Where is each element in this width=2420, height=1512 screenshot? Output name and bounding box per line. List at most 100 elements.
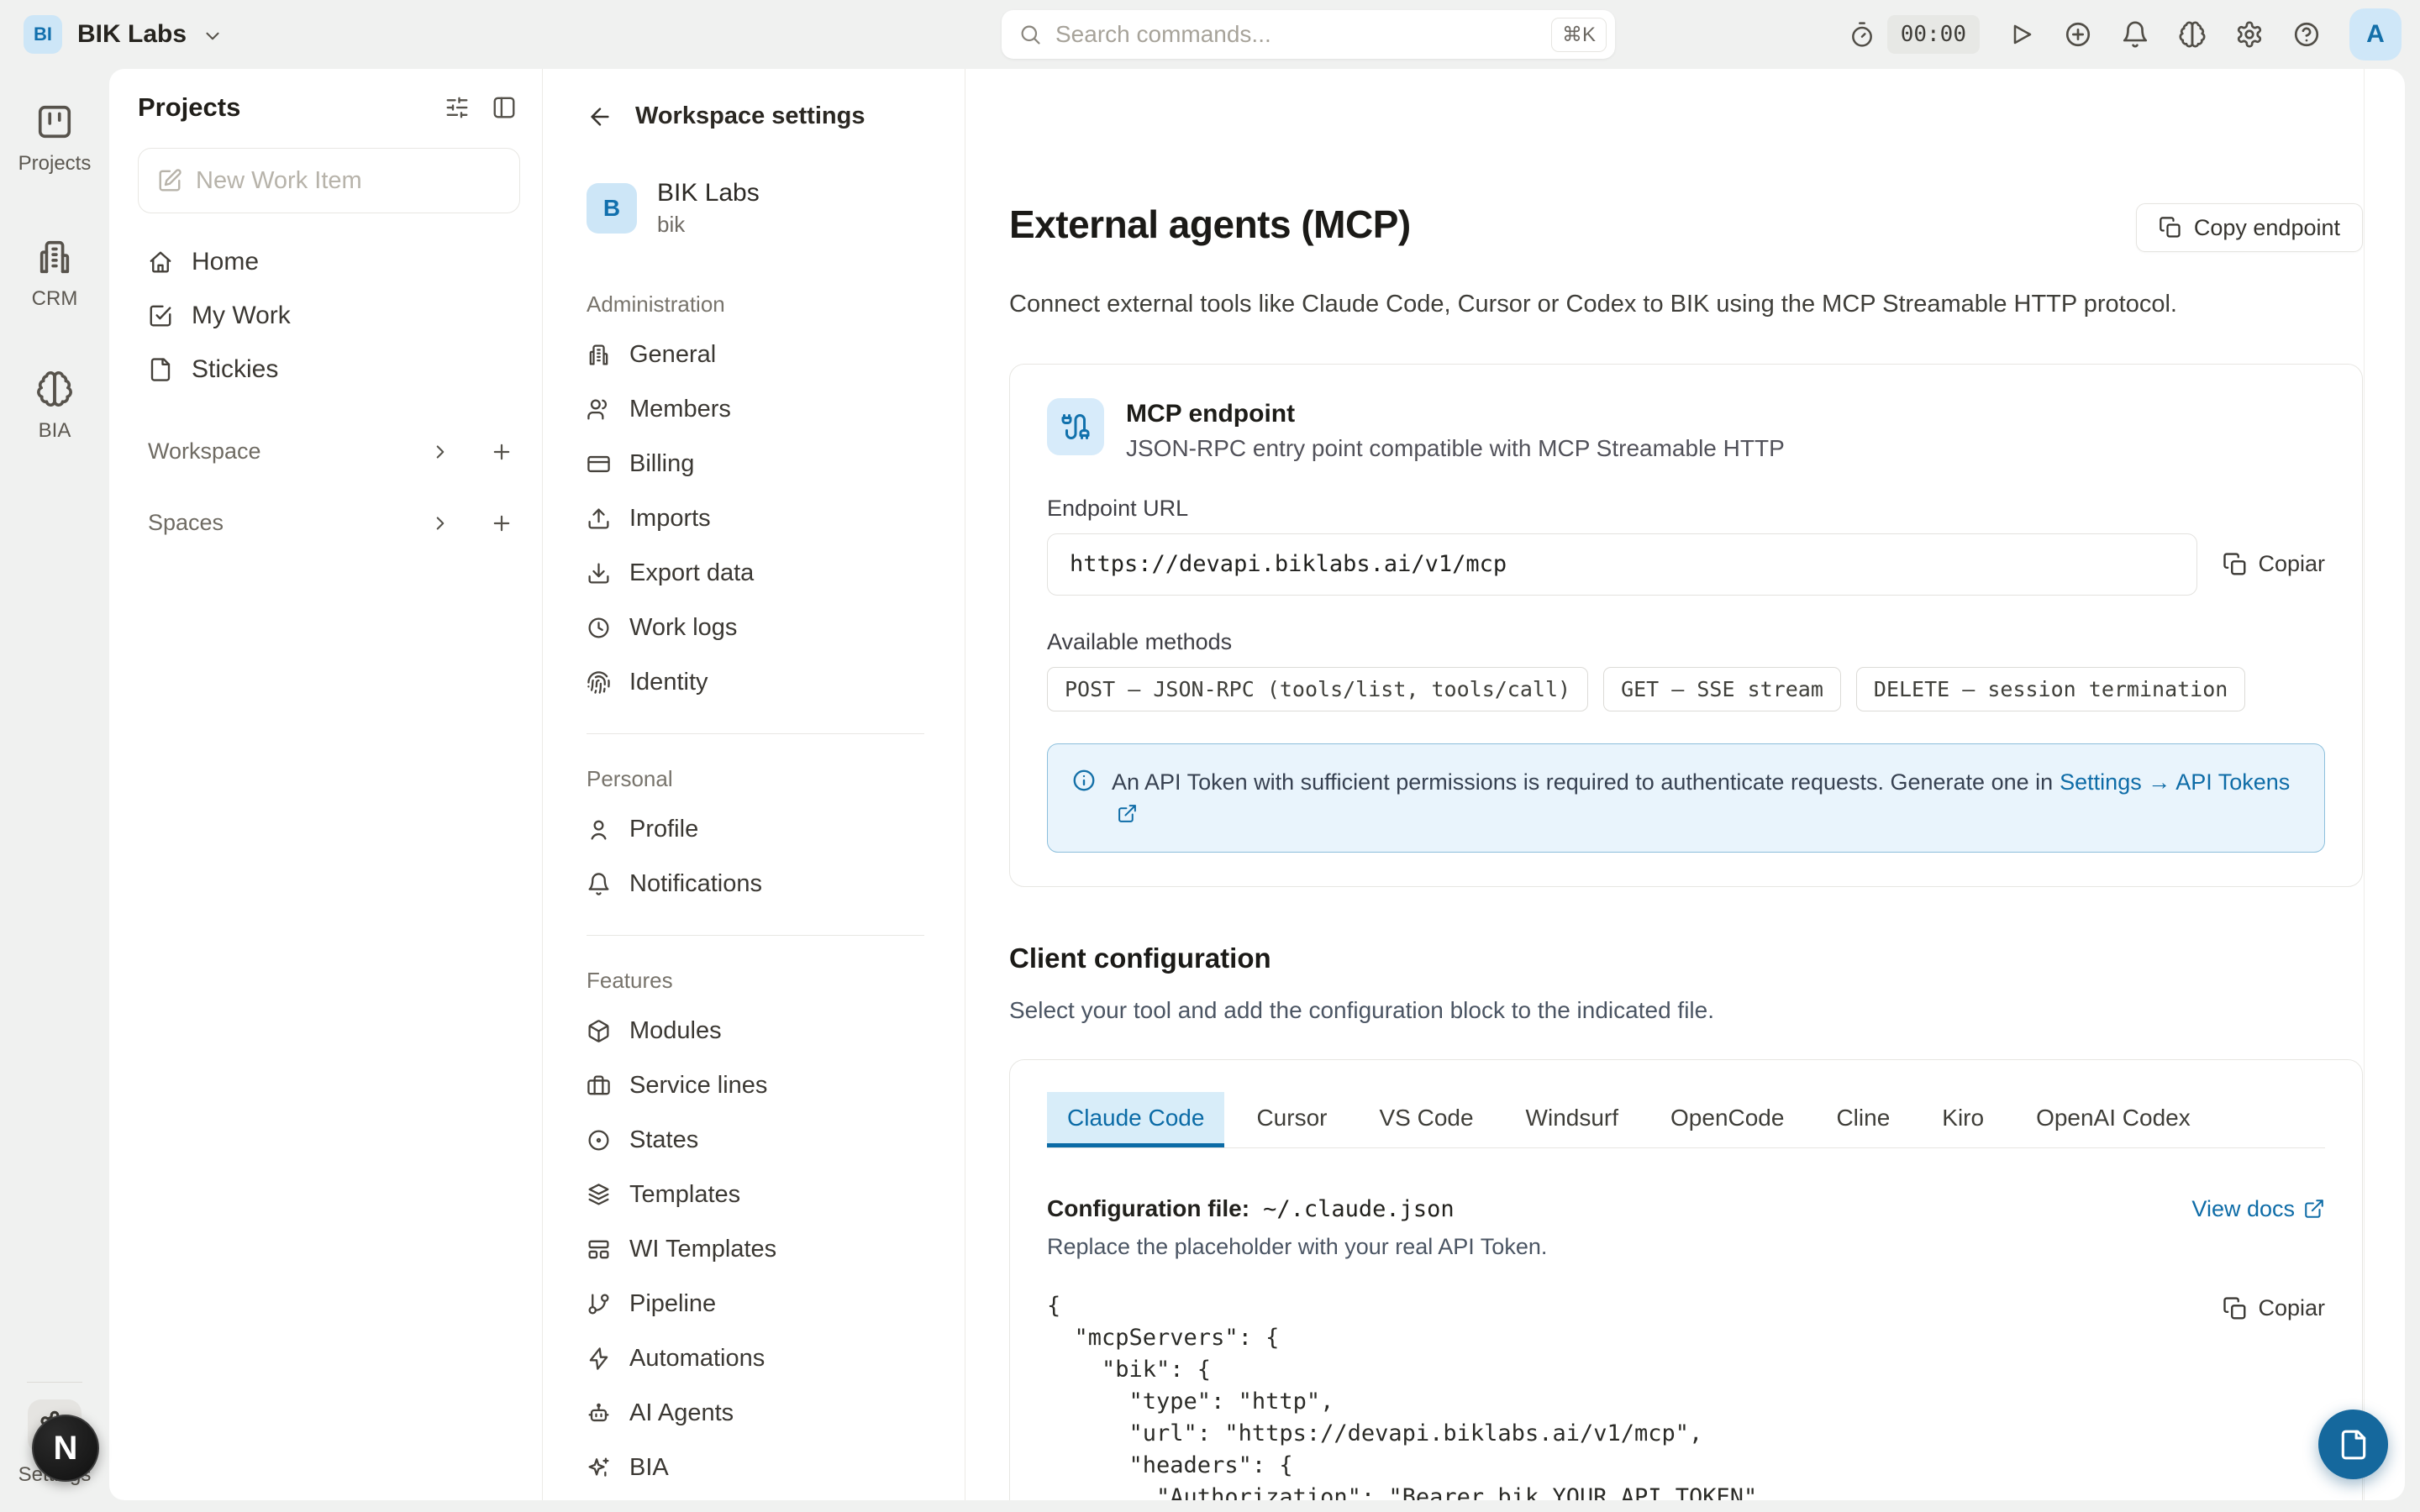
settings-item-notifications[interactable]: Notifications bbox=[587, 857, 944, 911]
settings-item-identity[interactable]: Identity bbox=[587, 655, 944, 710]
projects-panel: Projects New Work Item bbox=[109, 69, 543, 1500]
group-label-administration: Administration bbox=[587, 291, 944, 318]
clock-icon bbox=[587, 616, 611, 640]
settings-item-label: WI Templates bbox=[629, 1236, 776, 1263]
info-icon bbox=[1071, 768, 1097, 793]
zap-icon bbox=[587, 1347, 611, 1371]
rail-item-bia[interactable]: BIA bbox=[0, 370, 109, 443]
chevron-right-icon[interactable] bbox=[429, 441, 451, 463]
config-file-path: ~/.claude.json bbox=[1263, 1196, 1455, 1222]
copy-url-button[interactable]: Copiar bbox=[2223, 551, 2325, 577]
settings-item-ai-agents[interactable]: AI Agents bbox=[587, 1386, 944, 1441]
settings-item-automations[interactable]: Automations bbox=[587, 1331, 944, 1386]
main-content: External agents (MCP) Copy endpoint Conn… bbox=[965, 69, 2405, 1500]
tab-claude-code[interactable]: Claude Code bbox=[1047, 1092, 1224, 1147]
nav-label: My Work bbox=[192, 302, 291, 330]
settings-item-bia[interactable]: BIA bbox=[587, 1441, 944, 1495]
home-icon bbox=[148, 249, 173, 275]
search-input[interactable]: Search commands... ⌘K bbox=[1002, 10, 1615, 59]
copy-endpoint-button[interactable]: Copy endpoint bbox=[2136, 203, 2363, 252]
topbar-actions: 00:00 A bbox=[1849, 0, 2402, 69]
settings-item-modules[interactable]: Modules bbox=[587, 1004, 944, 1058]
building-icon bbox=[35, 238, 74, 276]
settings-item-export-data[interactable]: Export data bbox=[587, 546, 944, 601]
endpoint-url-input[interactable]: https://devapi.biklabs.ai/v1/mcp bbox=[1047, 533, 2197, 596]
view-docs-link[interactable]: View docs bbox=[2191, 1196, 2325, 1222]
timer-value[interactable]: 00:00 bbox=[1887, 15, 1980, 54]
building-icon bbox=[587, 343, 611, 367]
search-shortcut-badge: ⌘K bbox=[1551, 18, 1607, 52]
brain-icon bbox=[35, 370, 74, 408]
workspace-switcher[interactable]: BI BIK Labs bbox=[24, 0, 224, 69]
plus-icon[interactable] bbox=[490, 440, 513, 464]
filters-icon[interactable] bbox=[445, 95, 470, 120]
code-block: Copiar { "mcpServers": { "bik": { "type"… bbox=[1047, 1290, 2325, 1500]
panel-toggle-icon[interactable] bbox=[492, 95, 517, 120]
settings-item-wi-templates[interactable]: WI Templates bbox=[587, 1222, 944, 1277]
kanban-icon bbox=[35, 102, 74, 141]
git-branch-icon bbox=[587, 1292, 611, 1316]
copy-endpoint-label: Copy endpoint bbox=[2194, 215, 2340, 241]
play-icon[interactable] bbox=[2008, 21, 2035, 48]
rail-item-projects[interactable]: Projects bbox=[0, 102, 109, 176]
help-icon[interactable] bbox=[2292, 20, 2321, 49]
scroll-gutter[interactable] bbox=[2364, 69, 2365, 1500]
settings-item-members[interactable]: Members bbox=[587, 382, 944, 437]
user-icon bbox=[587, 817, 611, 842]
user-avatar[interactable]: A bbox=[2349, 8, 2402, 60]
back-arrow-icon[interactable] bbox=[587, 103, 613, 130]
plus-circle-icon[interactable] bbox=[2064, 20, 2092, 49]
settings-item-pipeline[interactable]: Pipeline bbox=[587, 1277, 944, 1331]
tab-cline[interactable]: Cline bbox=[1816, 1092, 1910, 1147]
group-label-personal: Personal bbox=[587, 766, 944, 792]
section-label: Spaces bbox=[148, 510, 224, 536]
stopwatch-icon[interactable] bbox=[1849, 21, 1876, 48]
plus-icon[interactable] bbox=[490, 512, 513, 535]
settings-item-service-lines[interactable]: Service lines bbox=[587, 1058, 944, 1113]
tab-kiro[interactable]: Kiro bbox=[1922, 1092, 2004, 1147]
config-code[interactable]: { "mcpServers": { "bik": { "type": "http… bbox=[1047, 1290, 2325, 1500]
workspace-row[interactable]: B BIK Labs bik bbox=[587, 179, 944, 238]
section-spaces[interactable]: Spaces bbox=[138, 510, 520, 536]
settings-item-general[interactable]: General bbox=[587, 328, 944, 382]
section-workspace[interactable]: Workspace bbox=[138, 438, 520, 465]
settings-item-billing[interactable]: Billing bbox=[587, 437, 944, 491]
settings-item-profile[interactable]: Profile bbox=[587, 802, 944, 857]
rail-item-crm[interactable]: CRM bbox=[0, 238, 109, 311]
nav-item-home[interactable]: Home bbox=[138, 235, 520, 289]
settings-item-imports[interactable]: Imports bbox=[587, 491, 944, 546]
info-banner-text: An API Token with sufficient permissions… bbox=[1112, 769, 2053, 795]
settings-item-label: Imports bbox=[629, 505, 711, 533]
tab-cursor[interactable]: Cursor bbox=[1236, 1092, 1347, 1147]
tab-openai-codex[interactable]: OpenAI Codex bbox=[2016, 1092, 2211, 1147]
nav-item-my-work[interactable]: My Work bbox=[138, 289, 520, 343]
copy-icon bbox=[2223, 1296, 2248, 1321]
nextjs-dev-badge[interactable]: N bbox=[32, 1415, 99, 1482]
file-icon bbox=[2338, 1429, 2370, 1461]
settings-item-states[interactable]: States bbox=[587, 1113, 944, 1168]
settings-item-label: Identity bbox=[629, 669, 708, 696]
copy-code-button[interactable]: Copiar bbox=[2223, 1295, 2325, 1321]
settings-item-templates[interactable]: Templates bbox=[587, 1168, 944, 1222]
tab-windsurf[interactable]: Windsurf bbox=[1506, 1092, 1639, 1147]
client-configuration-card: Claude Code Cursor VS Code Windsurf Open… bbox=[1009, 1059, 2363, 1500]
nav-item-stickies[interactable]: Stickies bbox=[138, 343, 520, 396]
new-work-item-input[interactable]: New Work Item bbox=[138, 148, 520, 213]
briefcase-icon bbox=[587, 1074, 611, 1098]
floating-document-button[interactable] bbox=[2318, 1410, 2388, 1479]
brain-icon[interactable] bbox=[2178, 20, 2207, 49]
mcp-card-title: MCP endpoint bbox=[1126, 400, 1785, 428]
chevron-right-icon[interactable] bbox=[429, 512, 451, 534]
api-tokens-link[interactable]: Settings → API Tokens bbox=[2060, 769, 2290, 795]
projects-panel-title: Projects bbox=[138, 92, 240, 123]
rail-label: Projects bbox=[18, 152, 92, 176]
gear-icon[interactable] bbox=[2235, 20, 2264, 49]
tab-vs-code[interactable]: VS Code bbox=[1359, 1092, 1493, 1147]
tab-opencode[interactable]: OpenCode bbox=[1650, 1092, 1804, 1147]
bell-icon[interactable] bbox=[2121, 20, 2149, 49]
search-placeholder: Search commands... bbox=[1055, 21, 1538, 48]
settings-item-work-logs[interactable]: Work logs bbox=[587, 601, 944, 655]
fingerprint-icon bbox=[587, 670, 611, 695]
bell-icon bbox=[587, 872, 611, 896]
new-work-item-placeholder: New Work Item bbox=[196, 167, 362, 195]
